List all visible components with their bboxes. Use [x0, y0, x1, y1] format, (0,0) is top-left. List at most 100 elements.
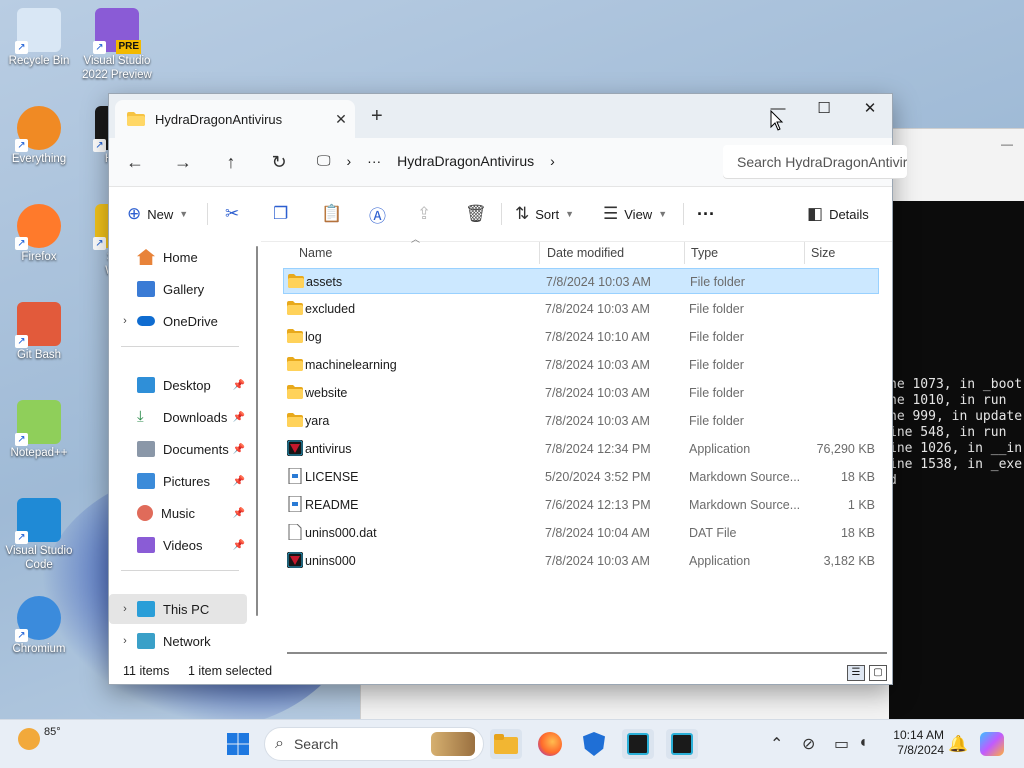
- taskbar-defender[interactable]: [578, 729, 610, 759]
- column-divider[interactable]: [539, 242, 540, 264]
- table-row[interactable]: antivirus 7/8/2024 12:34 PM Application 76,…: [283, 436, 879, 462]
- file-type: Markdown Source...: [689, 470, 801, 484]
- sidebar-item-videos[interactable]: Videos 📌: [109, 530, 247, 560]
- desktop-icon-notepad-plus-plus[interactable]: ↗ Notepad++: [2, 400, 76, 460]
- copilot-icon[interactable]: [980, 732, 1004, 756]
- pin-icon[interactable]: 📌: [233, 412, 245, 423]
- taskbar-hydradragon-1[interactable]: [622, 729, 654, 759]
- sidebar-item-onedrive[interactable]: › OneDrive: [109, 306, 247, 336]
- horizontal-scrollbar[interactable]: [287, 652, 887, 654]
- delete-button[interactable]: 🗑: [465, 203, 487, 225]
- back-button[interactable]: ←: [123, 150, 147, 174]
- desktop-icon-chromium[interactable]: ↗ Chromium: [2, 596, 76, 656]
- pin-icon[interactable]: 📌: [233, 380, 245, 391]
- maximize-button[interactable]: ☐: [801, 94, 847, 122]
- more-options-button[interactable]: ···: [697, 203, 715, 225]
- column-divider[interactable]: [804, 242, 805, 264]
- desktop-icon-firefox[interactable]: ↗ Firefox: [2, 204, 76, 264]
- documents-icon: [137, 441, 155, 457]
- display-icon[interactable]: ▭: [834, 734, 849, 754]
- cut-button[interactable]: ✂: [225, 203, 239, 225]
- breadcrumb[interactable]: 🖵 › ··· HydraDragonAntivirus ›: [317, 152, 555, 169]
- table-row[interactable]: log 7/8/2024 10:10 AM File folder: [283, 324, 879, 350]
- everything-search-icon: ↗: [15, 106, 61, 152]
- sidebar-item-documents[interactable]: Documents 📌: [109, 434, 247, 464]
- share-button[interactable]: ⇪: [417, 203, 431, 225]
- column-header-name[interactable]: Name: [299, 240, 332, 266]
- close-button[interactable]: ✕: [847, 94, 893, 122]
- table-row[interactable]: README 7/6/2024 12:13 PM Markdown Source..…: [283, 492, 879, 518]
- notification-bell-icon[interactable]: 🔔: [948, 734, 968, 754]
- chevron-up-icon[interactable]: ⌃: [770, 734, 783, 754]
- chevron-right-icon[interactable]: ›: [347, 153, 352, 169]
- paste-button[interactable]: 📋: [321, 203, 342, 225]
- up-button[interactable]: ↑: [219, 150, 243, 174]
- sidebar-item-gallery[interactable]: Gallery: [109, 274, 247, 304]
- cloud-icon: [137, 316, 155, 326]
- sidebar-item-home[interactable]: Home: [109, 242, 247, 272]
- desktop-icon-recycle-bin[interactable]: ↗ Recycle Bin: [2, 8, 76, 68]
- network-off-icon[interactable]: ⊘: [802, 734, 815, 754]
- navigation-scrollbar[interactable]: [256, 246, 258, 616]
- new-button[interactable]: ⊕ New ▼: [127, 203, 188, 225]
- desktop-icon-everything-search[interactable]: ↗ Everything: [2, 106, 76, 166]
- sort-button[interactable]: ⇅ Sort ▼: [515, 203, 574, 225]
- tab-close-icon[interactable]: ✕: [327, 111, 355, 128]
- volume-icon[interactable]: ◖: [858, 734, 868, 752]
- column-header-size[interactable]: Size: [811, 240, 835, 266]
- table-row[interactable]: yara 7/8/2024 10:03 AM File folder: [283, 408, 879, 434]
- chevron-right-icon[interactable]: ›: [117, 635, 133, 647]
- search-input[interactable]: Search HydraDragonAntivirus: [723, 145, 907, 179]
- table-row[interactable]: LICENSE 5/20/2024 3:52 PM Markdown Source.…: [283, 464, 879, 490]
- view-button[interactable]: ☰ View ▼: [603, 203, 667, 225]
- sidebar-item-network[interactable]: › Network: [109, 626, 247, 656]
- column-divider[interactable]: [684, 242, 685, 264]
- explorer-tab[interactable]: HydraDragonAntivirus ✕: [115, 100, 355, 138]
- file-type: File folder: [689, 386, 744, 400]
- taskbar-firefox[interactable]: [534, 729, 566, 759]
- desktop-icon-visual-studio-preview[interactable]: ↗ PRE Visual Studio 2022 Preview: [80, 8, 154, 82]
- taskbar-search[interactable]: ⌕ Search: [264, 727, 484, 761]
- table-row[interactable]: website 7/8/2024 10:03 AM File folder: [283, 380, 879, 406]
- pin-icon[interactable]: 📌: [233, 444, 245, 455]
- console-minimize-button[interactable]: —: [1001, 137, 1013, 151]
- column-header-type[interactable]: Type: [691, 240, 718, 266]
- file-name: LICENSE: [305, 470, 359, 484]
- sidebar-item-downloads[interactable]: ⤓ Downloads 📌: [109, 402, 247, 432]
- table-row[interactable]: unins000 7/8/2024 10:03 AM Application 3,18…: [283, 548, 879, 574]
- refresh-button[interactable]: ↻: [267, 150, 291, 174]
- sidebar-item-pictures[interactable]: Pictures 📌: [109, 466, 247, 496]
- pin-icon[interactable]: 📌: [233, 476, 245, 487]
- table-row[interactable]: assets 7/8/2024 10:03 AM File folder: [283, 268, 879, 294]
- breadcrumb-folder[interactable]: HydraDragonAntivirus: [397, 153, 534, 169]
- chevron-right-icon[interactable]: ›: [117, 603, 133, 615]
- taskbar-hydradragon-2[interactable]: [666, 729, 698, 759]
- desktop-icon-git-bash[interactable]: ↗ Git Bash: [2, 302, 76, 362]
- desktop-icon-vscode[interactable]: ↗ Visual Studio Code: [2, 498, 76, 572]
- system-clock[interactable]: 10:14 AM 7/8/2024: [893, 728, 944, 758]
- table-row[interactable]: unins000.dat 7/8/2024 10:04 AM DAT File 18 …: [283, 520, 879, 546]
- pin-icon[interactable]: 📌: [233, 508, 245, 519]
- sidebar-item-desktop[interactable]: Desktop 📌: [109, 370, 247, 400]
- pin-icon[interactable]: 📌: [233, 540, 245, 551]
- sidebar-item-this-pc[interactable]: › This PC: [109, 594, 247, 624]
- chevron-right-icon[interactable]: ›: [550, 153, 555, 169]
- sidebar-item-music[interactable]: Music 📌: [109, 498, 247, 528]
- breadcrumb-overflow[interactable]: ···: [367, 153, 381, 169]
- forward-button[interactable]: →: [171, 150, 195, 174]
- start-button[interactable]: [222, 729, 254, 759]
- table-row[interactable]: excluded 7/8/2024 10:03 AM File folder: [283, 296, 879, 322]
- weather-widget[interactable]: 85°: [18, 726, 61, 750]
- computer-icon[interactable]: 🖵: [317, 152, 331, 169]
- copy-button[interactable]: ❐: [273, 203, 288, 225]
- new-tab-button[interactable]: +: [371, 106, 383, 126]
- table-row[interactable]: machinelearning 7/8/2024 10:03 AM File fol…: [283, 352, 879, 378]
- tiles-view-toggle[interactable]: ▢: [869, 665, 887, 681]
- taskbar-file-explorer[interactable]: [490, 729, 522, 759]
- details-view-toggle[interactable]: ☰: [847, 665, 865, 681]
- details-pane-button[interactable]: ◧ Details: [807, 203, 869, 225]
- column-header-date[interactable]: Date modified: [547, 240, 624, 266]
- file-date: 7/8/2024 10:03 AM: [545, 302, 650, 316]
- chevron-right-icon[interactable]: ›: [117, 315, 133, 327]
- rename-button[interactable]: Ⓐ: [369, 203, 386, 226]
